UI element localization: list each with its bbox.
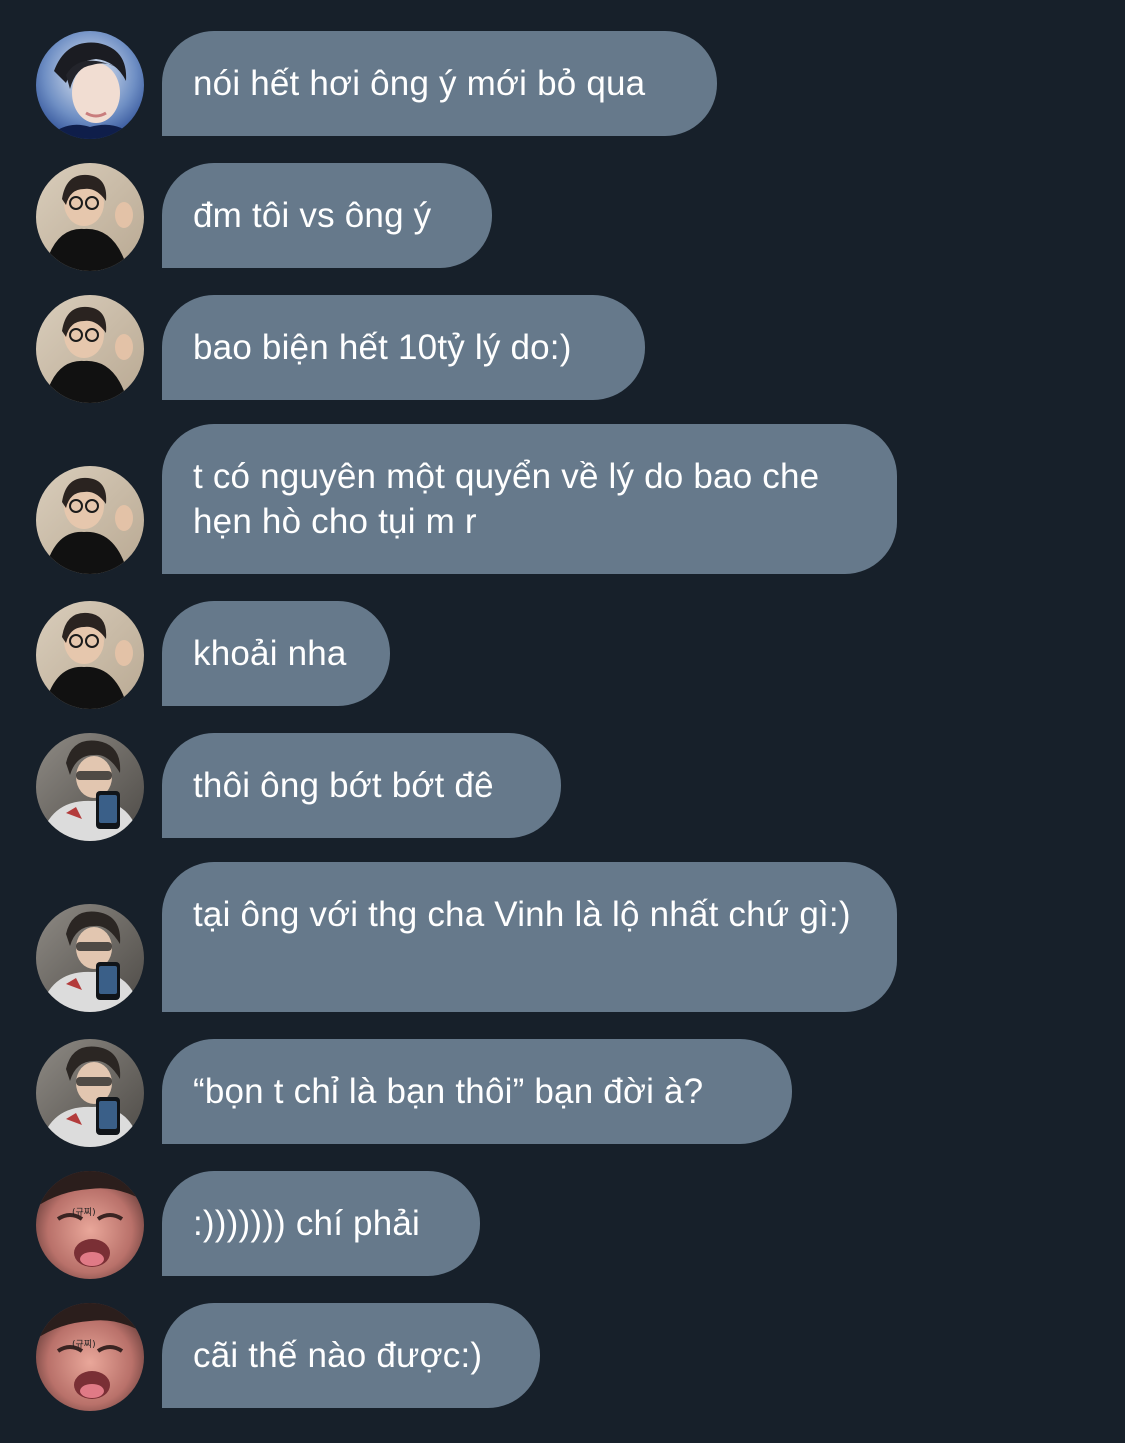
message-bubble[interactable]: “bọn t chỉ là bạn thôi” bạn đời à?: [162, 1039, 792, 1144]
avatar-caption: (규찌): [72, 1339, 96, 1350]
message-bubble[interactable]: cãi thế nào được:): [162, 1303, 540, 1408]
avatar[interactable]: [36, 904, 144, 1012]
profile-photo-icon: [36, 904, 144, 1012]
message-bubble[interactable]: bao biện hết 10tỷ lý do:): [162, 295, 645, 400]
message-bubble[interactable]: tại ông với thg cha Vinh là lộ nhất chứ …: [162, 862, 897, 1012]
avatar[interactable]: [36, 733, 144, 841]
profile-photo-icon: [36, 1039, 144, 1147]
avatar[interactable]: (규찌): [36, 1171, 144, 1279]
avatar[interactable]: (규찌): [36, 1303, 144, 1411]
message-bubble[interactable]: nói hết hơi ông ý mới bỏ qua: [162, 31, 717, 136]
message-bubble[interactable]: :))))))) chí phải: [162, 1171, 480, 1276]
profile-photo-icon: [36, 295, 144, 403]
message-bubble[interactable]: t có nguyên một quyển về lý do bao che h…: [162, 424, 897, 574]
profile-photo-icon: [36, 733, 144, 841]
chat-thread: nói hết hơi ông ý mới bỏ qua đm tôi vs ô…: [0, 0, 1125, 1443]
avatar[interactable]: [36, 466, 144, 574]
profile-photo-icon: [36, 31, 144, 139]
message-bubble[interactable]: khoải nha: [162, 601, 390, 706]
profile-photo-icon: (규찌): [36, 1171, 144, 1279]
avatar[interactable]: [36, 1039, 144, 1147]
profile-photo-icon: [36, 466, 144, 574]
avatar[interactable]: [36, 295, 144, 403]
message-bubble[interactable]: đm tôi vs ông ý: [162, 163, 492, 268]
avatar[interactable]: [36, 163, 144, 271]
profile-photo-icon: [36, 163, 144, 271]
avatar[interactable]: [36, 31, 144, 139]
avatar[interactable]: [36, 601, 144, 709]
profile-photo-icon: [36, 601, 144, 709]
avatar-caption: (규찌): [72, 1207, 96, 1218]
message-bubble[interactable]: thôi ông bớt bớt đê: [162, 733, 561, 838]
profile-photo-icon: (규찌): [36, 1303, 144, 1411]
